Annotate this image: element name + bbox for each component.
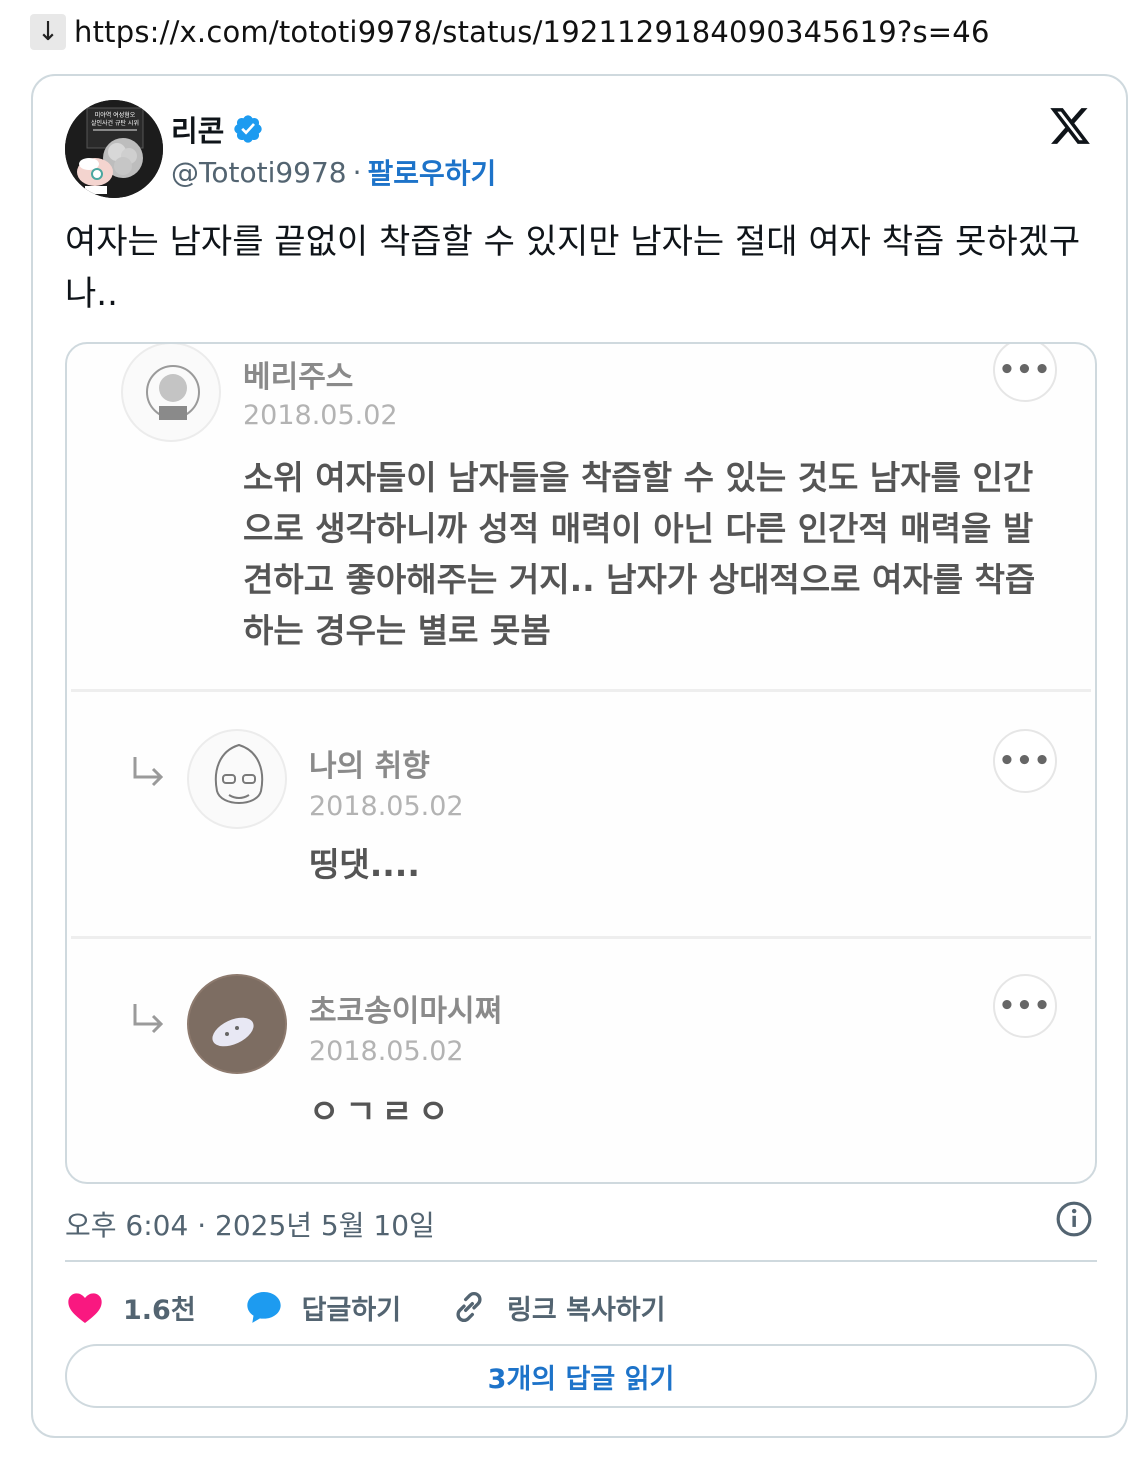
timestamp-row: 오후 6:04 · 2025년 5월 10일	[65, 1200, 1097, 1242]
comment-author: 베리주스	[243, 360, 354, 395]
comment-date: 2018.05.02	[243, 400, 398, 431]
svg-text:살인사건 규탄 시위: 살인사건 규탄 시위	[91, 119, 139, 127]
comment-avatar	[121, 344, 221, 442]
verified-badge-icon	[234, 115, 263, 143]
more-options-icon: •••	[993, 729, 1057, 793]
url-bar[interactable]: ↓ https://x.com/tototi9978/status/192112…	[30, 12, 990, 52]
action-bar: 1.6천 답글하기 링크 복사하기	[65, 1284, 714, 1330]
more-options-icon: •••	[993, 344, 1057, 402]
comment-divider	[71, 936, 1091, 939]
url-text[interactable]: https://x.com/tototi9978/status/19211291…	[74, 15, 990, 49]
tweet-text: 여자는 남자를 끝없이 착즙할 수 있지만 남자는 절대 여자 착즙 못하겠구나…	[65, 222, 1081, 314]
info-icon[interactable]	[1055, 1200, 1093, 1238]
comment-body: 소위 여자들이 남자들을 착즙할 수 있는 것도 남자를 인간으로 생각하니까 …	[243, 458, 1036, 650]
copy-link-button[interactable]: 링크 복사하기	[449, 1287, 666, 1327]
card-divider	[65, 1260, 1097, 1262]
heart-icon	[68, 1293, 102, 1323]
reply-label: 답글하기	[301, 1294, 402, 1326]
comment-avatar	[187, 729, 287, 829]
comment-author: 나의 취향	[309, 749, 430, 784]
svg-text:미야역 여성혐오: 미야역 여성혐오	[95, 111, 136, 119]
tweet-card: 미야역 여성혐오 살인사건 규탄 시위 리콘 @Tototi9978 · 팔로우…	[31, 74, 1128, 1438]
comment-body: 띵댓....	[309, 845, 420, 884]
link-icon	[456, 1292, 482, 1322]
reply-arrow-icon	[133, 757, 164, 787]
more-options-icon: •••	[993, 974, 1057, 1038]
tweet-media-image[interactable]: 베리주스 2018.05.02 ••• 소위 여자들이 남자들을 착즙할 수 있…	[65, 342, 1097, 1184]
copy-link-label: 링크 복사하기	[507, 1294, 666, 1326]
tweet-timestamp[interactable]: 오후 6:04 · 2025년 5월 10일	[65, 1204, 435, 1244]
comment-avatar	[187, 974, 287, 1074]
reply-arrow-icon	[133, 1004, 164, 1034]
comment-date: 2018.05.02	[309, 791, 464, 822]
follow-link[interactable]: 팔로우하기	[368, 152, 497, 192]
download-arrow-icon[interactable]: ↓	[30, 14, 66, 50]
comment-divider	[71, 689, 1091, 692]
comment-date: 2018.05.02	[309, 1036, 464, 1067]
comment-author: 초코송이마시쪄	[309, 994, 503, 1029]
like-count: 1.6천	[123, 1294, 196, 1326]
like-button[interactable]: 1.6천	[65, 1287, 196, 1327]
author-handle[interactable]: @Tototi9978	[171, 156, 347, 189]
comment-body: ㅇㄱㄹㅇ	[309, 1092, 455, 1131]
x-logo-icon[interactable]	[1048, 104, 1092, 148]
reply-button[interactable]: 답글하기	[244, 1287, 401, 1327]
read-replies-button[interactable]: 3개의 답글 읽기	[65, 1344, 1097, 1408]
separator-dot: ·	[352, 155, 362, 189]
author-avatar[interactable]: 미야역 여성혐오 살인사건 규탄 시위	[65, 100, 163, 198]
reply-bubble-icon	[247, 1292, 281, 1323]
author-name[interactable]: 리콘	[171, 108, 224, 150]
